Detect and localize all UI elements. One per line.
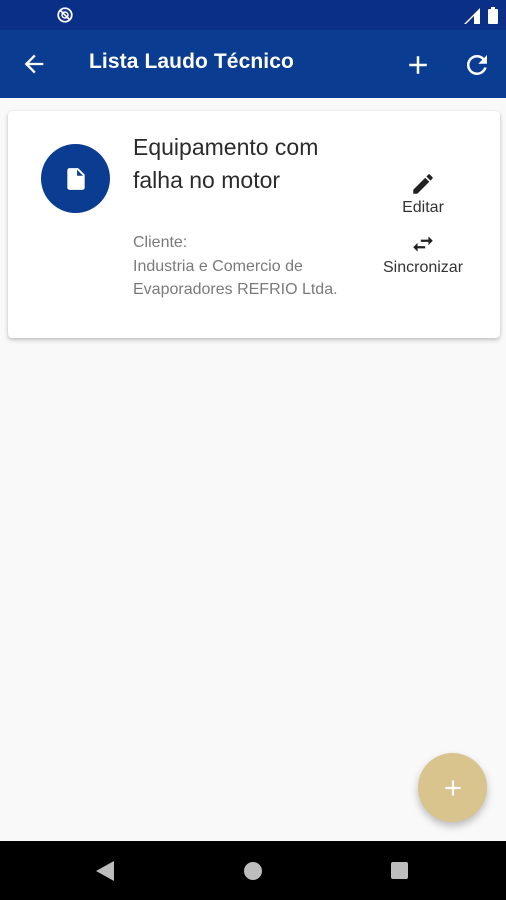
page-title: Lista Laudo Técnico	[89, 50, 294, 73]
sync-arrows-icon	[413, 236, 433, 252]
nav-home-icon[interactable]	[244, 862, 262, 880]
nav-recent-icon[interactable]	[391, 862, 408, 879]
back-arrow-icon[interactable]	[20, 50, 48, 78]
sync-label: Sincronizar	[382, 259, 464, 276]
system-nav-bar	[0, 841, 506, 900]
plus-icon	[444, 779, 461, 796]
document-avatar	[41, 144, 110, 213]
signal-icon	[464, 7, 480, 24]
app-bar: Lista Laudo Técnico	[0, 30, 506, 98]
add-icon[interactable]	[403, 50, 433, 80]
document-icon	[66, 167, 85, 190]
no-sim-icon	[57, 7, 73, 23]
item-client: Cliente: Industria e Comercio de Evapora…	[133, 234, 338, 298]
status-bar	[0, 0, 506, 30]
edit-button[interactable]: Editar	[393, 171, 453, 217]
refresh-icon[interactable]	[462, 50, 492, 80]
pencil-icon	[413, 174, 433, 194]
item-title: Equipamento com falha no motor	[133, 134, 319, 193]
nav-back-icon[interactable]	[96, 861, 114, 881]
fab-add-button[interactable]	[418, 753, 487, 822]
list-item[interactable]: Equipamento com falha no motor Cliente: …	[8, 111, 500, 338]
sync-button[interactable]: Sincronizar	[368, 231, 478, 277]
edit-label: Editar	[402, 199, 444, 216]
battery-icon	[488, 7, 498, 24]
